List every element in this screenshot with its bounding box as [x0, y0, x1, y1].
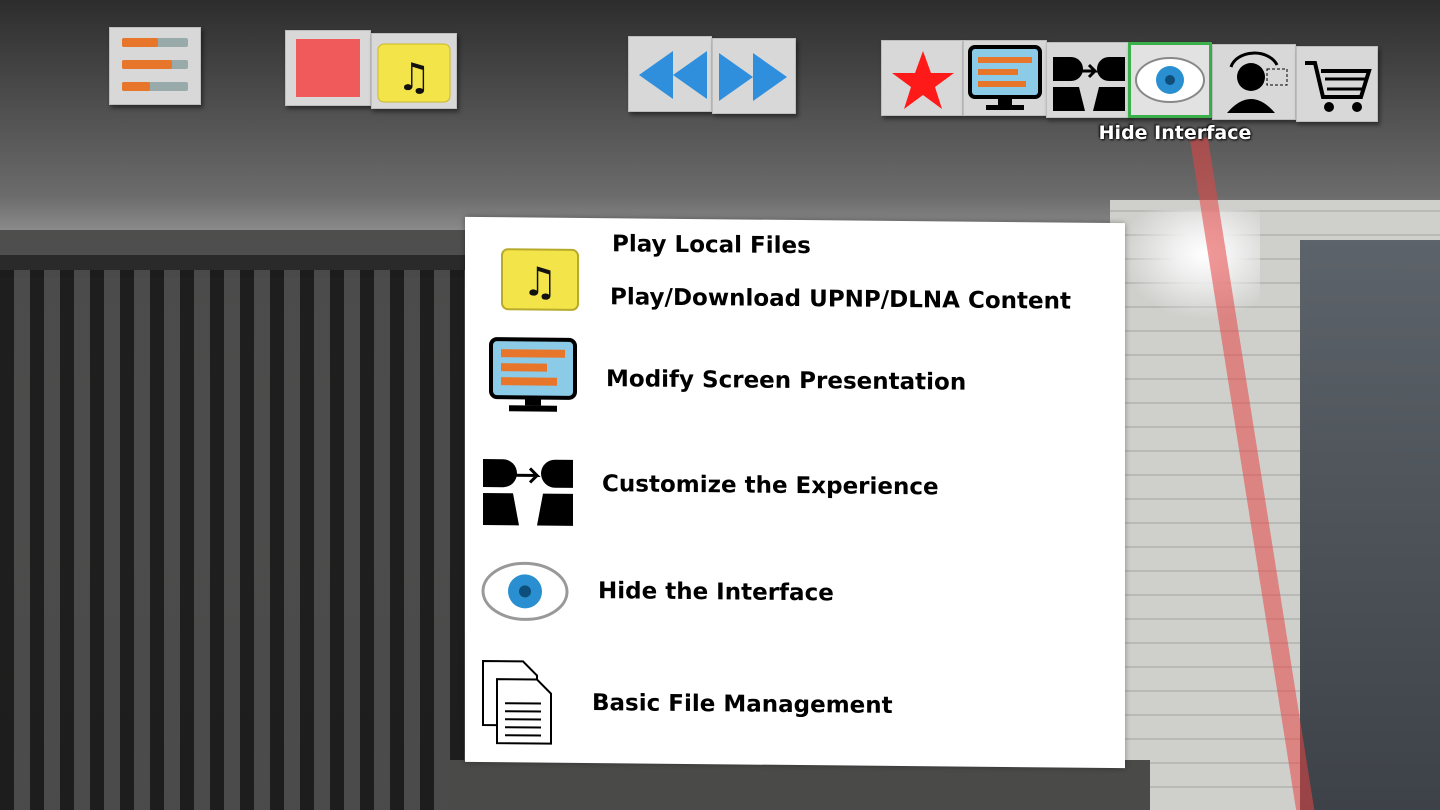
music-folder-icon: ♫: [500, 243, 580, 316]
favorite-button[interactable]: [881, 40, 963, 116]
documents-icon: [479, 657, 559, 752]
help-label-upnp-dlna: Play/Download UPNP/DLNA Content: [610, 284, 1071, 315]
customize-button[interactable]: [1046, 42, 1130, 118]
shopping-cart-icon: [1305, 61, 1372, 112]
help-label-file-management: Basic File Management: [592, 690, 893, 719]
screen-settings-icon: [487, 335, 581, 420]
ceiling-light: [1120, 210, 1260, 320]
eye-icon: [1135, 57, 1205, 103]
screen-settings-icon: [968, 45, 1042, 110]
help-label-customize: Customize the Experience: [602, 471, 939, 501]
settings-button[interactable]: [109, 27, 201, 105]
music-button[interactable]: ♫: [371, 33, 457, 109]
fast-forward-icon: [719, 53, 787, 101]
help-label-hide: Hide the Interface: [598, 578, 834, 607]
rewind-icon: [639, 51, 707, 99]
stop-square-icon: [296, 39, 360, 97]
star-icon: [892, 51, 954, 109]
wall-door: [1300, 240, 1440, 810]
user-rotate-button[interactable]: [1212, 44, 1296, 120]
help-panel: ♫ Play Local Files Play/Download UPNP/DL…: [465, 216, 1125, 769]
customize-experience-icon: [481, 457, 575, 532]
svg-text:♫: ♫: [522, 259, 558, 305]
metal-gate: [0, 270, 480, 810]
music-folder-icon: ♫: [377, 43, 451, 103]
sliders-icon: [122, 38, 188, 91]
rewind-button[interactable]: [628, 36, 712, 112]
shopping-cart-button[interactable]: [1296, 46, 1378, 122]
svg-text:♫: ♫: [397, 55, 431, 99]
screen-settings-button[interactable]: [963, 40, 1047, 116]
eye-icon: [479, 557, 571, 632]
help-label-screen: Modify Screen Presentation: [606, 366, 967, 396]
tooltip: Hide Interface: [1098, 122, 1252, 144]
stop-button[interactable]: [285, 30, 371, 106]
hide-interface-button[interactable]: [1128, 42, 1212, 118]
fast-forward-button[interactable]: [712, 38, 796, 114]
help-label-play-local: Play Local Files: [612, 231, 811, 260]
customize-experience-icon: [1053, 57, 1125, 111]
user-rotate-icon: [1227, 51, 1288, 113]
floor: [450, 760, 1150, 810]
